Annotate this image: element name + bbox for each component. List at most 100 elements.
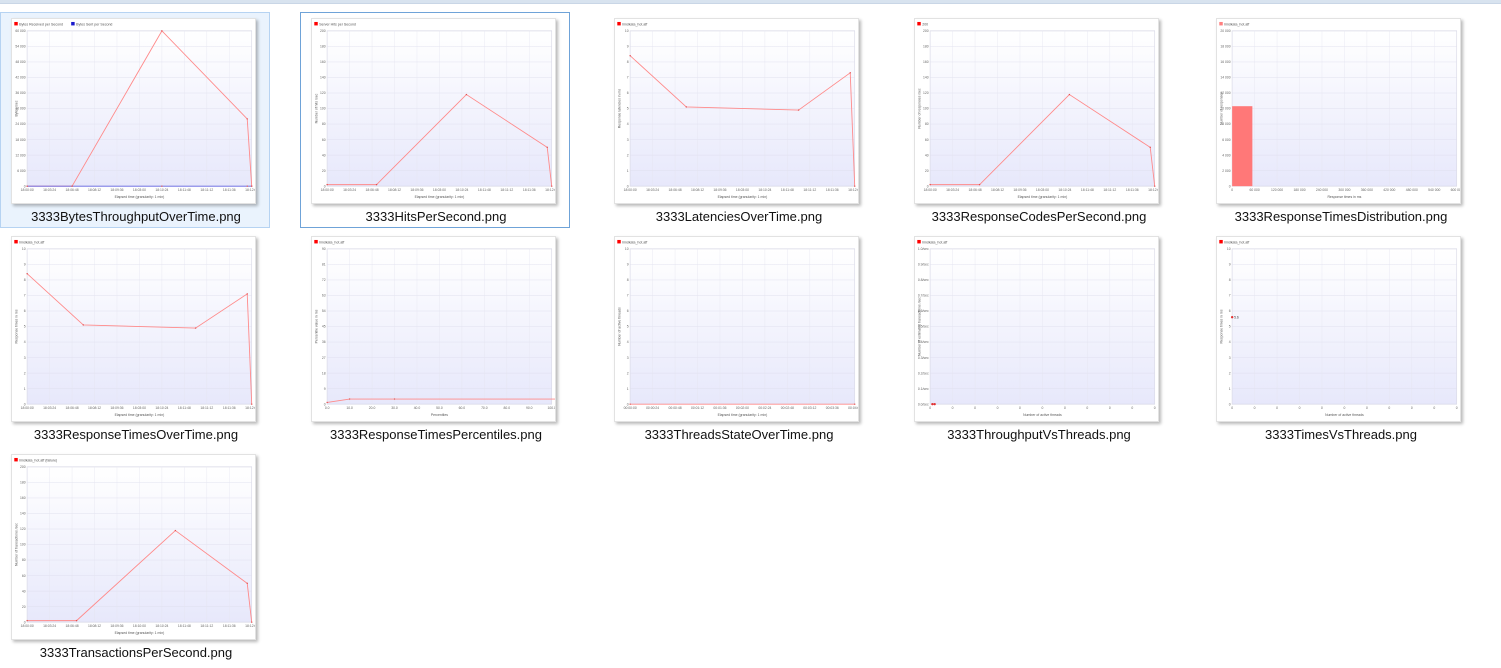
y-axis-label: Number of responses (1219, 92, 1223, 125)
file-name[interactable]: 3333ThreadsStateOverTime.png (604, 427, 874, 442)
y-tick-label: 6 000 (17, 169, 26, 173)
x-tick-label: 18:06:48 (969, 188, 982, 192)
y-tick-label: 1 (1229, 387, 1231, 391)
y-tick-label: 0.7/sec (918, 294, 929, 298)
x-tick-label: 18:00:00 (21, 406, 34, 410)
data-point (551, 185, 553, 187)
file-item[interactable]: Bytes Received per Second Bytes Sent per … (0, 12, 270, 228)
y-tick-label: 6 000 (1222, 138, 1231, 142)
y-tick-label: 200 (320, 29, 326, 33)
legend-swatch (314, 21, 318, 26)
y-tick-label: 10 (1227, 247, 1231, 251)
data-point (1149, 146, 1151, 149)
x-tick-label: 18:12:00 (848, 188, 858, 192)
histogram-bar (1232, 106, 1253, 187)
x-tick-label: 0 (997, 406, 999, 410)
file-name[interactable]: 3333BytesThroughputOverTime.png (1, 209, 271, 224)
x-tick-label: 0.0 (325, 406, 330, 410)
y-tick-label: 4 (1229, 340, 1231, 344)
y-tick-label: 7 (627, 294, 629, 298)
file-thumbnail[interactable]: Server Hits per Second 200 180 160 140 120 100… (311, 18, 556, 204)
file-item[interactable]: limdkata_hot.aff 20 000 18 000 16 000 14 000… (1205, 12, 1475, 228)
x-tick-label: 0 (1231, 188, 1233, 192)
legend-label: limdkata_hot.aff (19, 240, 44, 244)
file-thumbnail[interactable]: limdkata_hot.aff 10 9 8 7 6 5 4 3 2 1 0 18:00:00 18:0… (11, 236, 256, 422)
file-name[interactable]: 3333ThroughputVsThreads.png (904, 427, 1174, 442)
x-tick-label: 18:11:48 (478, 188, 491, 192)
x-tick-label: 18:11:12 (200, 188, 213, 192)
file-item[interactable]: limdkata_hot.aff 10 9 8 7 6 5 4 3 2 1 0 00:00:00 00:0… (603, 230, 873, 446)
file-thumbnail[interactable]: limdkata_hot.aff 90 81 72 63 54 45 36 27 18 9 0 0.0 1… (311, 236, 556, 422)
y-tick-label: 80 (925, 122, 929, 126)
file-name[interactable]: 3333HitsPerSecond.png (301, 209, 571, 224)
y-tick-label: 1 (627, 387, 629, 391)
x-tick-label: 0 (1321, 406, 1323, 410)
file-item[interactable]: limdkata_hot.aff 10 9 8 7 6 5 4 3 2 1 0 18:00:00 18:0… (603, 12, 873, 228)
file-thumbnail[interactable]: limdkata_hot.aff (failure) 200 180 160 140 12… (11, 454, 256, 640)
x-tick-label: 00:00:48 (669, 406, 682, 410)
data-point (1230, 316, 1234, 319)
x-tick-label: 180 000 (1293, 188, 1305, 192)
y-tick-label: 4 000 (1222, 153, 1231, 157)
file-thumbnail[interactable]: limdkata_hot.aff 10 9 8 7 6 5 4 3 2 1 0 18:00:00 18:0… (614, 18, 859, 204)
x-tick-label: 18:03:00 (133, 188, 146, 192)
file-name[interactable]: 3333TransactionsPerSecond.png (1, 645, 271, 660)
x-tick-label: 0 (1086, 406, 1088, 410)
y-tick-label: 3 (627, 138, 629, 142)
file-name[interactable]: 3333LatenciesOverTime.png (604, 209, 874, 224)
y-tick-label: 45 (322, 325, 326, 329)
file-thumbnail[interactable]: 200 200 180 160 140 120 100 80 60 40 20 0 18:00:00 18… (914, 18, 1159, 204)
legend-swatch (14, 21, 18, 26)
data-point (246, 185, 248, 187)
file-item[interactable]: limdkata_hot.aff (failure) 200 180 160 140 12… (0, 448, 270, 664)
data-point (82, 324, 84, 326)
x-tick-label: 0 (1299, 406, 1301, 410)
data-point (393, 398, 396, 400)
file-item[interactable]: limdkata_hot.aff 10 9 8 7 6 5 4 3 2 1 0 18:00:00 18:0… (0, 230, 270, 446)
y-tick-label: 80 (22, 558, 26, 562)
x-tick-label: 18:12:00 (245, 624, 255, 628)
file-thumbnail[interactable]: limdkata_hot.aff 20 000 18 000 16 000 14 000… (1216, 18, 1461, 204)
y-tick-label: 9 (627, 45, 629, 49)
file-thumbnail[interactable]: limdkata_hot.aff 10 9 8 7 6 5 4 3 2 1 0 0 0 0 0 0 0 0 0 0 0 0 N… (1216, 236, 1461, 422)
x-tick-label: 18:06:48 (66, 188, 79, 192)
legend-swatch (71, 21, 75, 26)
data-point (246, 118, 248, 120)
x-tick-label: 18:10:24 (455, 188, 468, 192)
x-tick-label: 00:01:36 (713, 406, 726, 410)
y-tick-label: 3 (24, 356, 26, 360)
y-tick-label: 100 (923, 107, 929, 111)
file-name[interactable]: 3333TimesVsThreads.png (1206, 427, 1476, 442)
file-name[interactable]: 3333ResponseTimesOverTime.png (1, 427, 271, 442)
y-tick-label: 18 000 (1220, 45, 1230, 49)
y-tick-label: 2 (24, 371, 26, 375)
file-thumbnail[interactable]: limdkata_hot.aff 1.0/sec 0.9/sec 0.8/sec 0.7… (914, 236, 1159, 422)
file-item[interactable]: Server Hits per Second 200 180 160 140 120 100… (300, 12, 570, 228)
y-tick-label: 10 (625, 29, 629, 33)
y-tick-label: 200 (923, 29, 929, 33)
x-tick-label: 18:09:36 (110, 188, 123, 192)
file-item[interactable]: 200 200 180 160 140 120 100 80 60 40 20 0 18:00:00 18… (903, 12, 1173, 228)
x-tick-label: 18:11:48 (1081, 188, 1094, 192)
x-tick-label: 18:09:36 (713, 188, 726, 192)
file-thumbnail[interactable]: limdkata_hot.aff 10 9 8 7 6 5 4 3 2 1 0 00:00:00 00:0… (614, 236, 859, 422)
data-label: 5.6 (1234, 315, 1239, 319)
x-tick-label: 0 (1343, 406, 1345, 410)
file-item[interactable]: limdkata_hot.aff 1.0/sec 0.9/sec 0.8/sec 0.7… (903, 230, 1173, 446)
x-tick-label: 0 (1064, 406, 1066, 410)
x-axis-label: Percentiles (431, 413, 448, 417)
y-tick-label: 180 (923, 45, 929, 49)
x-tick-label: 0 (1131, 406, 1133, 410)
x-axis-label: Elapsed time (granularity: 1 min) (415, 195, 465, 199)
file-item[interactable]: limdkata_hot.aff 10 9 8 7 6 5 4 3 2 1 0 0 0 0 0 0 0 0 0 0 0 0 N… (1205, 230, 1475, 446)
file-name[interactable]: 3333ResponseTimesPercentiles.png (301, 427, 571, 442)
file-item[interactable]: limdkata_hot.aff 90 81 72 63 54 45 36 27 18 9 0 0.0 1… (300, 230, 570, 446)
file-thumbnail[interactable]: Bytes Received per Second Bytes Sent per … (11, 18, 256, 204)
y-tick-label: 2 (627, 153, 629, 157)
chart-thumbnail: Bytes Received per Second Bytes Sent per … (14, 21, 255, 199)
file-name[interactable]: 3333ResponseCodesPerSecond.png (904, 209, 1174, 224)
y-tick-label: 0.0/sec (918, 402, 929, 406)
x-tick-label: 18:09:36 (110, 624, 123, 628)
x-tick-label: 18:10:24 (155, 624, 168, 628)
file-name[interactable]: 3333ResponseTimesDistribution.png (1206, 209, 1476, 224)
